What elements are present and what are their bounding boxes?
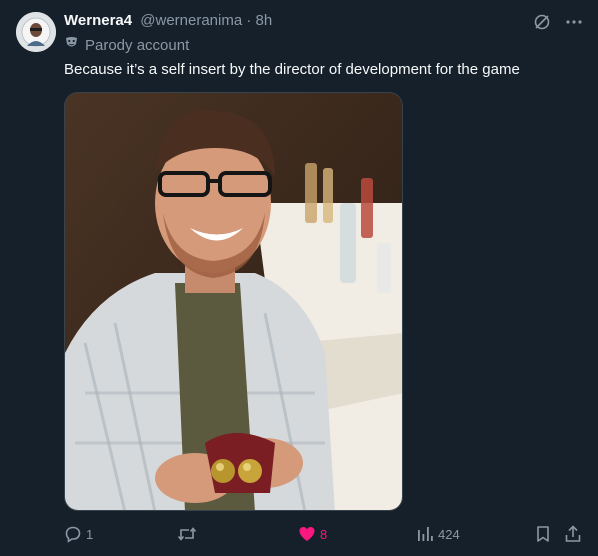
more-dots-icon[interactable] [564, 12, 584, 32]
user-handle[interactable]: @werneranima [140, 12, 242, 29]
post-text: Because it’s a self insert by the direct… [64, 61, 520, 78]
post-time[interactable]: 8h [256, 12, 273, 29]
photo-image [65, 93, 402, 510]
separator-dot: · [246, 12, 252, 29]
slash-circle-icon[interactable] [532, 12, 552, 32]
views-button[interactable]: 424 [416, 524, 460, 544]
repost-icon [177, 527, 197, 541]
bookmark-button[interactable] [534, 524, 552, 544]
post: Wernera4 @werneranima · 8h Parody accoun… [0, 0, 598, 556]
reply-icon [65, 526, 81, 543]
heart-icon [299, 527, 315, 541]
bookmark-icon [537, 526, 549, 542]
view-count: 424 [438, 526, 460, 542]
post-photo[interactable] [64, 92, 403, 511]
repost-button[interactable] [177, 524, 201, 544]
parody-label-text: Parody account [85, 36, 190, 54]
reply-count: 1 [86, 526, 94, 542]
mask-icon [64, 35, 79, 56]
share-icon [565, 525, 581, 542]
avatar-image [16, 12, 56, 52]
post-actions-bar: 1 8 424 [0, 520, 598, 548]
like-button[interactable]: 8 [298, 524, 327, 544]
parody-label: Parody account [64, 35, 189, 56]
avatar[interactable] [16, 12, 56, 52]
share-button[interactable] [564, 524, 582, 544]
display-name[interactable]: Wernera4 [64, 12, 132, 29]
like-count: 8 [320, 526, 328, 542]
post-header: Wernera4 @werneranima · 8h [64, 11, 272, 31]
reply-button[interactable]: 1 [64, 524, 93, 544]
post-top-actions [532, 12, 584, 32]
bar-chart-icon [418, 527, 433, 541]
